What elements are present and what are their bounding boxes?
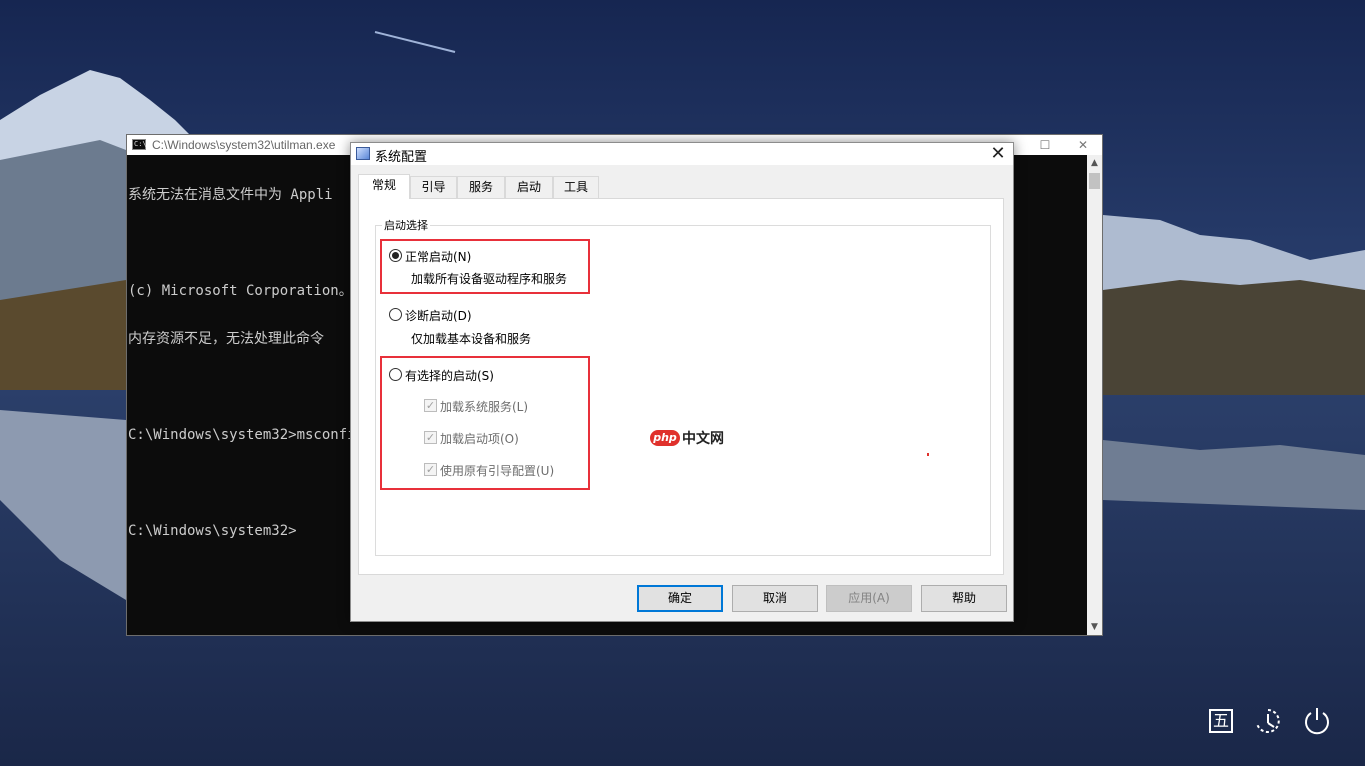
scroll-down-icon[interactable]: ▼: [1087, 619, 1102, 635]
cmd-scrollbar[interactable]: ▲ ▼: [1087, 155, 1102, 635]
ok-button[interactable]: 确定: [637, 585, 723, 612]
highlight-box: [380, 356, 590, 490]
group-label: 启动选择: [382, 217, 430, 233]
dialog-titlebar[interactable]: 系统配置 ✕: [351, 143, 1013, 165]
dialog-title: 系统配置: [375, 150, 428, 165]
cmd-icon: C:\: [132, 139, 147, 150]
watermark-logo: php 中文网: [650, 428, 724, 448]
diagnostic-startup-radio[interactable]: 诊断启动(D): [389, 307, 509, 323]
tab-boot[interactable]: 引导: [410, 176, 457, 198]
help-button[interactable]: 帮助: [921, 585, 1007, 612]
radio-empty-icon: [389, 308, 402, 321]
tab-startup[interactable]: 启动: [505, 176, 553, 198]
tab-general[interactable]: 常规: [358, 174, 410, 199]
scroll-up-icon[interactable]: ▲: [1087, 155, 1102, 171]
system-config-dialog[interactable]: 系统配置 ✕ 常规 引导 服务 启动 工具 启动选择 正常启动(N) 加载所有设…: [350, 142, 1014, 622]
general-tab-panel: 启动选择 正常启动(N) 加载所有设备驱动程序和服务 诊断启动(D) 仅加载基本…: [358, 198, 1004, 575]
red-dot: [927, 453, 929, 456]
dialog-close-button[interactable]: ✕: [989, 143, 1007, 165]
tab-tools[interactable]: 工具: [553, 176, 599, 198]
power-icon[interactable]: [1301, 705, 1333, 737]
apply-button[interactable]: 应用(A): [826, 585, 912, 612]
msconfig-icon: [356, 147, 370, 160]
accessibility-icon[interactable]: [1252, 705, 1284, 737]
diagnostic-startup-desc: 仅加载基本设备和服务: [411, 332, 532, 346]
tab-services[interactable]: 服务: [457, 176, 505, 198]
scroll-thumb[interactable]: [1089, 173, 1100, 189]
highlight-box: [380, 239, 590, 294]
maximize-button[interactable]: ☐: [1026, 135, 1064, 155]
input-method-icon[interactable]: 五: [1209, 709, 1233, 733]
close-button[interactable]: ✕: [1064, 135, 1102, 155]
cancel-button[interactable]: 取消: [732, 585, 818, 612]
cmd-title: C:\Windows\system32\utilman.exe: [152, 138, 336, 152]
